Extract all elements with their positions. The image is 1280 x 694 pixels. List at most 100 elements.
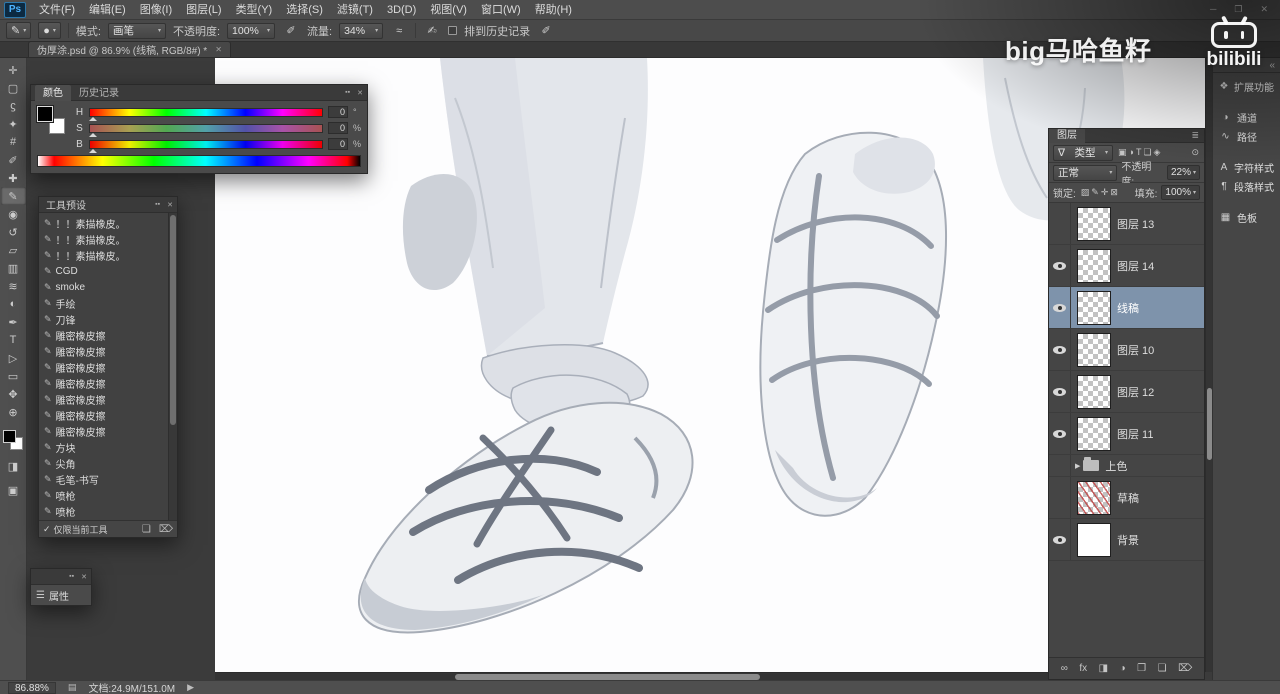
expand-dock-icon[interactable]: « [1269, 60, 1275, 71]
tool-preset-item[interactable]: ✎ 手绘 [41, 295, 167, 311]
gradient-tool[interactable]: ▥ [1, 259, 26, 277]
type-tool[interactable]: T [1, 331, 26, 349]
layer-row[interactable]: 图层 11 [1049, 413, 1204, 455]
panel-close-icon[interactable]: ✕ [81, 573, 87, 581]
marquee-tool[interactable]: ▢ [1, 79, 26, 97]
menu-item[interactable]: 帮助(H) [528, 0, 579, 20]
dock-item-extensions[interactable]: ❖ 扩展功能 [1213, 77, 1280, 96]
properties-panel-header[interactable]: ▪▪ ✕ [31, 569, 91, 585]
tab-history[interactable]: 历史记录 [71, 85, 127, 101]
tool-preset-item[interactable]: ✎ 雕密橡皮擦 [41, 391, 167, 407]
history-checkbox[interactable] [448, 26, 458, 35]
tool-preset-item[interactable]: ✎ 雕密橡皮擦 [41, 407, 167, 423]
panel-close-icon[interactable]: ✕ [357, 89, 363, 97]
layer-visibility-toggle[interactable] [1049, 519, 1071, 560]
properties-panel[interactable]: ▪▪ ✕ ☰ 属性 [30, 568, 92, 606]
panel-menu-icon[interactable]: ▪▪ [345, 89, 350, 97]
current-tool-only-checkbox[interactable]: ✓ [43, 524, 51, 535]
tool-preset-item[interactable]: ✎ 雕密橡皮擦 [41, 359, 167, 375]
tool-preset-item[interactable]: ✎ 毛笔-书写 [41, 471, 167, 487]
mode-select[interactable]: 画笔 ▾ [107, 22, 166, 39]
menu-item[interactable]: 选择(S) [279, 0, 330, 20]
panel-menu-icon[interactable]: ▪▪ [155, 201, 160, 209]
layer-row[interactable]: 图层 12 [1049, 371, 1204, 413]
layer-thumbnail[interactable] [1077, 248, 1111, 283]
layer-filter-select[interactable]: ∇ 类型 ▾ [1053, 144, 1113, 161]
color-panel-header[interactable]: 颜色 历史记录 ▪▪ ✕ [31, 84, 367, 101]
filter-pixel-layers-icon[interactable]: ▣ [1117, 147, 1128, 157]
tool-preset-item[interactable]: ✎ 刀锋 [41, 311, 167, 327]
panel-close-icon[interactable]: ✕ [167, 201, 173, 209]
close-tab-icon[interactable]: ✕ [215, 45, 222, 54]
b-slider[interactable] [89, 139, 323, 153]
menu-item[interactable]: 3D(D) [380, 0, 423, 20]
maximize-button[interactable]: ❐ [1234, 4, 1242, 15]
panel-menu-icon[interactable]: ≣ [1191, 130, 1204, 141]
menu-item[interactable]: 图层(L) [179, 0, 228, 20]
tool-preset-item[interactable]: ✎ 喷枪 [41, 503, 167, 519]
new-tool-preset-icon[interactable]: ❏ [142, 524, 151, 535]
zoom-level-field[interactable]: 86.88% [8, 681, 56, 694]
tool-preset-item[interactable]: ✎ 雕密橡皮擦 [41, 375, 167, 391]
layer-thumbnail[interactable] [1077, 374, 1111, 409]
lock-position-icon[interactable]: ✛ [1100, 187, 1110, 197]
tool-preset-item[interactable]: ✎ ！！素描橡皮。 [41, 247, 167, 263]
layer-visibility-toggle[interactable] [1049, 455, 1071, 476]
tab-color[interactable]: 颜色 [35, 84, 71, 101]
tool-preset-item[interactable]: ✎ ！！素描橡皮。 [41, 231, 167, 247]
menu-item[interactable]: 窗口(W) [474, 0, 528, 20]
preset-scrollbar-thumb[interactable] [170, 215, 176, 425]
brush-preset-picker[interactable]: ● ▾ [38, 22, 61, 39]
close-button[interactable]: ✕ [1260, 4, 1268, 15]
tool-preset-item[interactable]: ✎ ！！素描橡皮。 [41, 215, 167, 231]
foreground-color-swatch[interactable] [36, 105, 54, 123]
eyedropper-tool[interactable]: ✐ [1, 151, 26, 169]
dodge-tool[interactable]: ◐ [1, 295, 26, 313]
eraser-tool[interactable]: ▱ [1, 241, 26, 259]
dock-item-swatches[interactable]: ▦ 色板 [1213, 208, 1280, 227]
layer-visibility-toggle[interactable] [1049, 245, 1071, 286]
dock-header[interactable]: « [1213, 58, 1280, 73]
layer-thumbnail[interactable] [1077, 290, 1111, 325]
color-swatch-widget[interactable] [36, 105, 67, 136]
shape-tool[interactable]: ▭ [1, 367, 26, 385]
delete-tool-preset-icon[interactable]: ⌦ [159, 524, 173, 535]
healing-brush-tool[interactable]: ✚ [1, 169, 26, 187]
minimize-button[interactable]: ─ [1210, 4, 1216, 15]
layer-thumbnail[interactable] [1077, 332, 1111, 367]
filter-adjustment-layers-icon[interactable]: ◑ [1128, 147, 1135, 157]
s-value-field[interactable]: 0 [328, 122, 348, 134]
history-brush-icon[interactable]: ✍ [423, 22, 441, 39]
layer-visibility-toggle[interactable] [1049, 477, 1071, 518]
h-slider[interactable] [89, 107, 323, 121]
tool-preset-item[interactable]: ✎ 雕密橡皮擦 [41, 343, 167, 359]
opacity-select[interactable]: 100% ▾ [227, 22, 276, 39]
menu-item[interactable]: 视图(V) [423, 0, 474, 20]
h-value-field[interactable]: 0 [328, 106, 348, 118]
status-expand-icon[interactable]: ▶ [187, 682, 194, 693]
flow-select[interactable]: 34% ▾ [339, 22, 384, 39]
current-tool-preset-button[interactable]: ✎ ▾ [6, 22, 32, 39]
layer-row[interactable]: 线稿 [1049, 287, 1204, 329]
preset-scrollbar[interactable] [168, 213, 177, 520]
quick-mask-button[interactable]: ◨ [1, 457, 26, 475]
tool-preset-item[interactable]: ✎ smoke [41, 279, 167, 295]
layer-thumbnail[interactable] [1077, 480, 1111, 515]
menu-item[interactable]: 滤镜(T) [330, 0, 380, 20]
layer-row[interactable]: 草稿 [1049, 477, 1204, 519]
hand-tool[interactable]: ✥ [1, 385, 26, 403]
layer-style-icon[interactable]: fx [1079, 663, 1087, 674]
tool-presets-panel[interactable]: 工具预设 ▪▪ ✕ ✎ ！！素描橡皮。 ✎ ！！素描橡皮。 ✎ ！！素描橡皮。 ✎ CGD ✎ s… [38, 196, 178, 538]
tab-layers[interactable]: 图层 [1049, 128, 1085, 143]
layer-thumbnail[interactable] [1077, 206, 1111, 241]
fill-field[interactable]: 100% ▾ [1161, 185, 1200, 200]
foreground-color-swatch[interactable] [3, 430, 16, 443]
color-swatch-widget[interactable] [2, 429, 24, 451]
layer-row[interactable]: 图层 13 [1049, 203, 1204, 245]
pen-tool[interactable]: ✒ [1, 313, 26, 331]
layer-visibility-toggle[interactable] [1049, 413, 1071, 454]
layer-visibility-toggle[interactable] [1049, 287, 1071, 328]
tool-preset-item[interactable]: ✎ 雕密橡皮擦 [41, 327, 167, 343]
tool-presets-header[interactable]: 工具预设 ▪▪ ✕ [39, 197, 177, 213]
dock-item-character-styles[interactable]: A 字符样式 [1213, 158, 1280, 177]
